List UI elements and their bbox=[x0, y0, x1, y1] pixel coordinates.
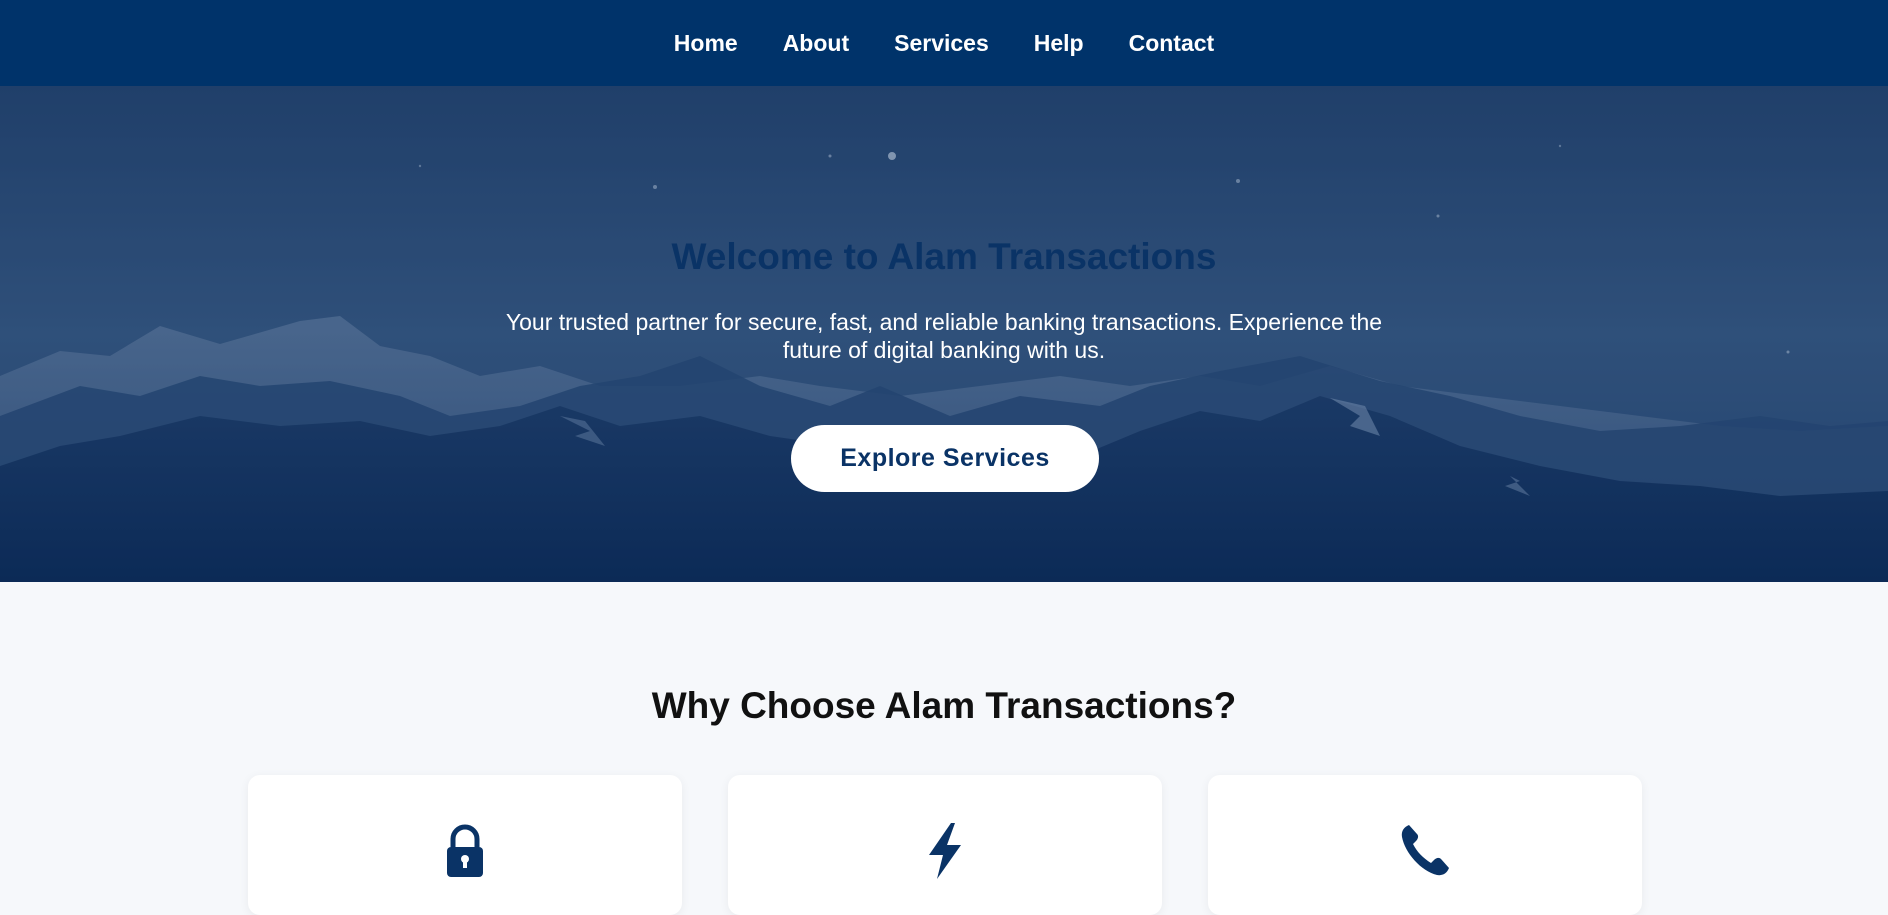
hero-section: Welcome to Alam Transactions Your truste… bbox=[0, 86, 1888, 582]
feature-card-speed bbox=[728, 775, 1162, 915]
nav-link-help[interactable]: Help bbox=[1034, 30, 1084, 56]
features-section: Why Choose Alam Transactions? bbox=[0, 582, 1888, 915]
nav-link-services[interactable]: Services bbox=[894, 30, 989, 56]
feature-card-support bbox=[1208, 775, 1642, 915]
nav-link-home[interactable]: Home bbox=[674, 30, 738, 56]
nav-link-about[interactable]: About bbox=[783, 30, 849, 56]
features-heading: Why Choose Alam Transactions? bbox=[651, 685, 1237, 726]
hero-subtitle: Your trusted partner for secure, fast, a… bbox=[505, 309, 1383, 363]
nav-list: Home About Services Help Contact bbox=[674, 30, 1214, 57]
lock-icon bbox=[447, 824, 483, 877]
top-navigation: Home About Services Help Contact bbox=[0, 0, 1888, 86]
lightning-icon bbox=[929, 823, 961, 879]
hero-title: Welcome to Alam Transactions bbox=[671, 236, 1217, 277]
feature-card-security bbox=[248, 775, 682, 915]
explore-services-button[interactable]: Explore Services bbox=[791, 425, 1099, 492]
nav-link-contact[interactable]: Contact bbox=[1129, 30, 1215, 56]
phone-icon bbox=[1401, 825, 1449, 876]
